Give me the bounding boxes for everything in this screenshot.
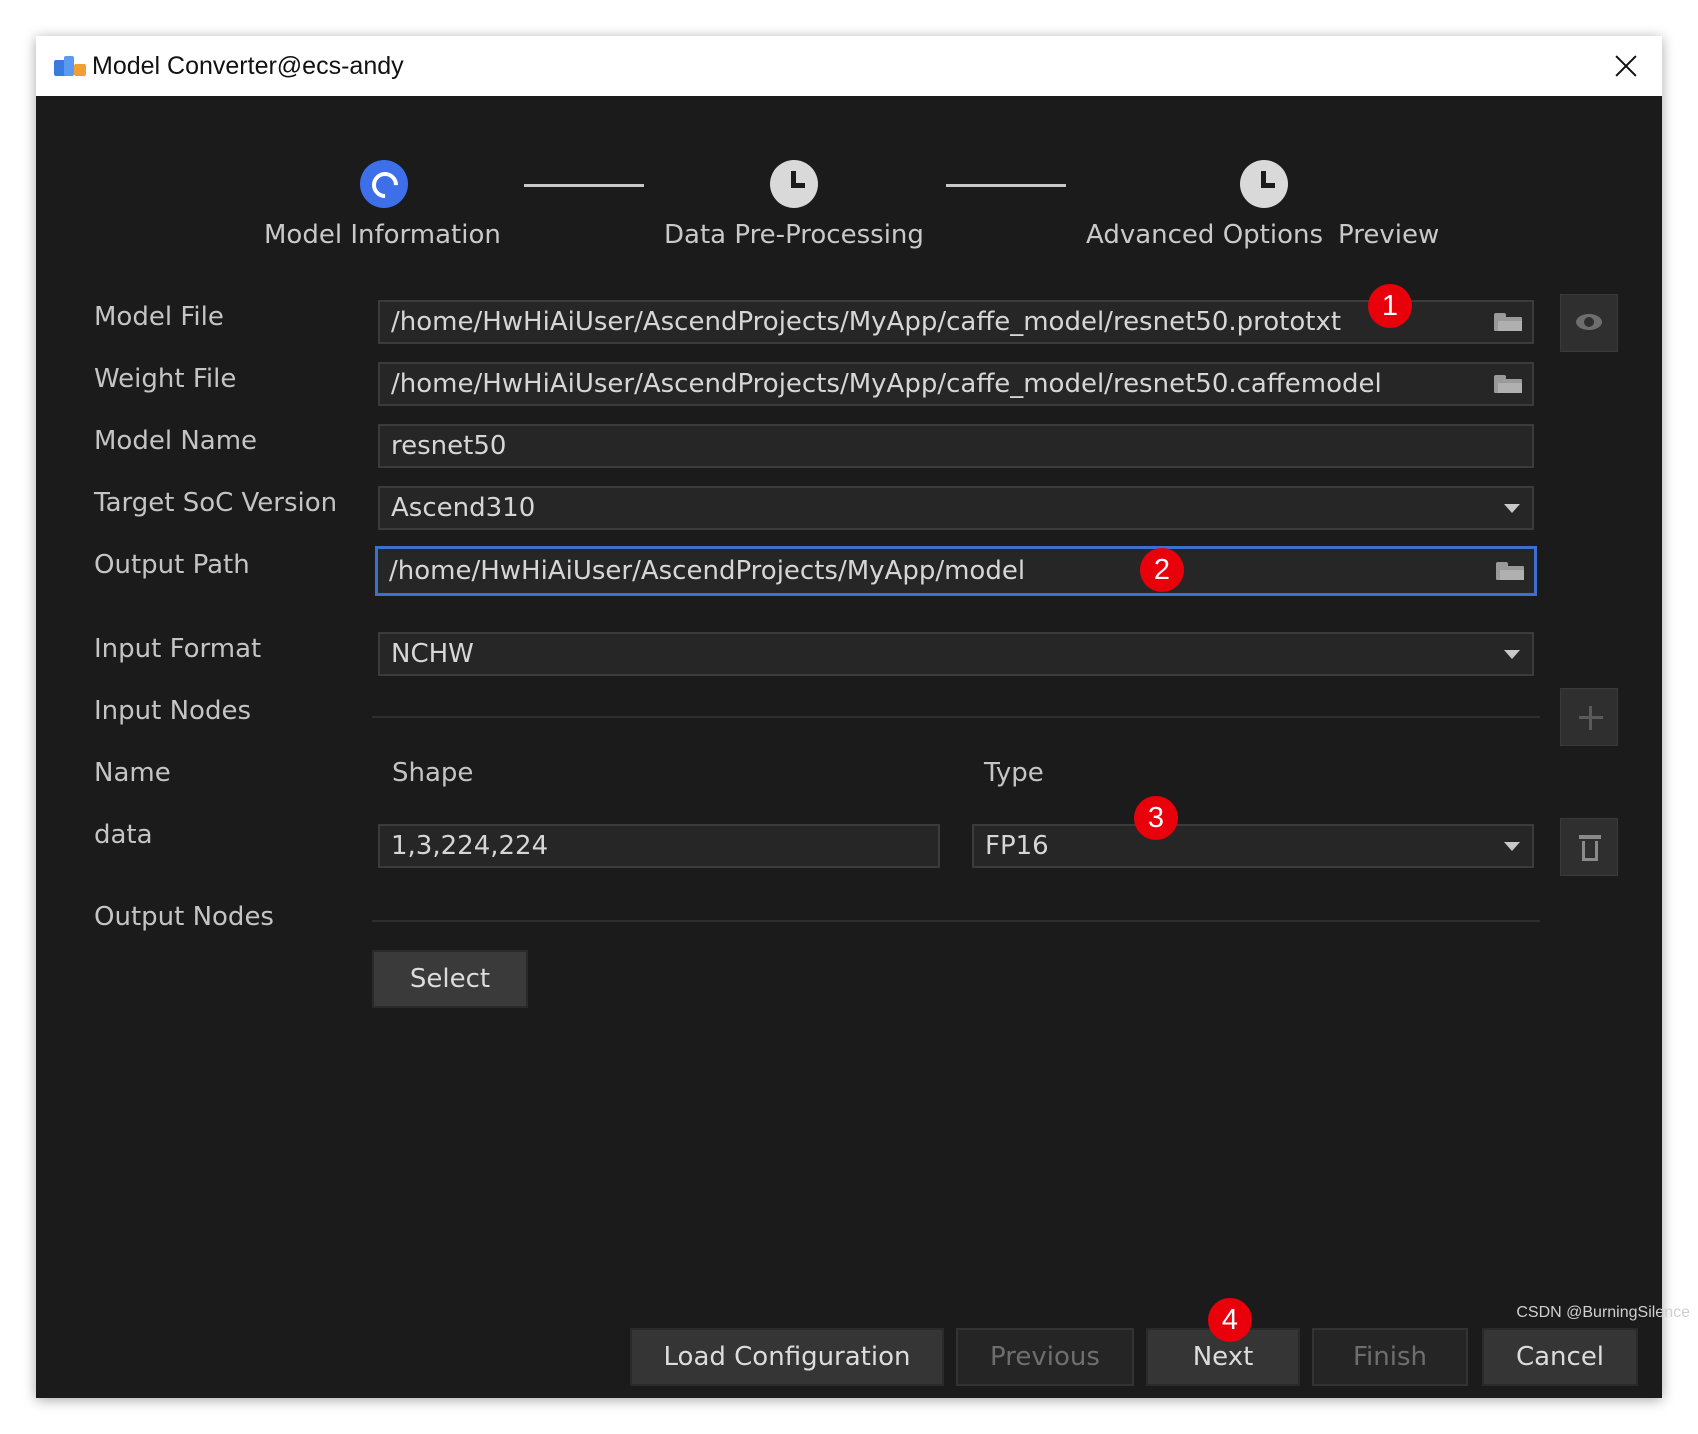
folder-icon[interactable] bbox=[1496, 562, 1524, 580]
step-connector bbox=[946, 184, 1066, 187]
output-path-input[interactable]: /home/HwHiAiUser/AscendProjects/MyApp/mo… bbox=[375, 546, 1537, 596]
target-soc-select[interactable]: Ascend310 bbox=[378, 486, 1534, 530]
node-shape-input[interactable]: 1,3,224,224 bbox=[378, 824, 940, 868]
input-nodes-label: Input Nodes bbox=[94, 696, 251, 726]
delete-node-button[interactable] bbox=[1560, 818, 1618, 876]
weight-file-input[interactable]: /home/HwHiAiUser/AscendProjects/MyApp/ca… bbox=[378, 362, 1534, 406]
input-nodes-divider bbox=[372, 716, 1540, 718]
plus-icon bbox=[1579, 706, 1603, 730]
step-connector bbox=[524, 184, 644, 187]
cancel-button[interactable]: Cancel bbox=[1482, 1328, 1638, 1386]
model-name-label: Model Name bbox=[94, 426, 258, 456]
load-configuration-button[interactable]: Load Configuration bbox=[630, 1328, 944, 1386]
step-active-icon bbox=[360, 160, 408, 208]
model-file-input[interactable]: /home/HwHiAiUser/AscendProjects/MyApp/ca… bbox=[378, 300, 1534, 344]
node-type-select[interactable]: FP16 bbox=[972, 824, 1534, 868]
step-pending-icon bbox=[1240, 160, 1288, 208]
watermark: CSDN @BurningSilence bbox=[1516, 1304, 1690, 1321]
model-converter-window: Model Converter@ecs-andy Model Informati… bbox=[36, 36, 1662, 1398]
step-label-advanced-options[interactable]: Advanced Options bbox=[1086, 220, 1323, 250]
step-pending-icon bbox=[770, 160, 818, 208]
select-output-nodes-button[interactable]: Select bbox=[372, 950, 528, 1008]
output-path-label: Output Path bbox=[94, 550, 250, 580]
folder-icon[interactable] bbox=[1494, 313, 1522, 331]
folder-icon[interactable] bbox=[1494, 375, 1522, 393]
window-title: Model Converter@ecs-andy bbox=[92, 51, 404, 80]
step-label-model-information[interactable]: Model Information bbox=[264, 220, 501, 250]
shape-column-header: Shape bbox=[392, 758, 474, 788]
node-name: data bbox=[94, 820, 153, 850]
eye-icon bbox=[1576, 314, 1602, 330]
annotation-badge-3: 3 bbox=[1134, 796, 1178, 840]
step-label-data-pre-processing[interactable]: Data Pre-Processing bbox=[664, 220, 924, 250]
annotation-badge-4: 4 bbox=[1208, 1298, 1252, 1342]
chevron-down-icon bbox=[1504, 650, 1520, 659]
model-file-label: Model File bbox=[94, 302, 224, 332]
app-icon bbox=[54, 54, 88, 78]
previous-button[interactable]: Previous bbox=[956, 1328, 1134, 1386]
add-node-button[interactable] bbox=[1560, 688, 1618, 746]
chevron-down-icon bbox=[1504, 842, 1520, 851]
chevron-down-icon bbox=[1504, 504, 1520, 513]
preview-button[interactable] bbox=[1560, 294, 1618, 352]
target-soc-label: Target SoC Version bbox=[94, 488, 338, 518]
trash-icon bbox=[1579, 835, 1601, 861]
weight-file-label: Weight File bbox=[94, 364, 237, 394]
input-format-label: Input Format bbox=[94, 634, 262, 664]
close-icon[interactable] bbox=[1608, 48, 1644, 84]
finish-button[interactable]: Finish bbox=[1312, 1328, 1468, 1386]
output-nodes-label: Output Nodes bbox=[94, 902, 274, 932]
annotation-badge-1: 1 bbox=[1368, 284, 1412, 328]
type-column-header: Type bbox=[984, 758, 1044, 788]
output-nodes-divider bbox=[372, 920, 1540, 922]
name-column-header: Name bbox=[94, 758, 171, 788]
step-label-preview[interactable]: Preview bbox=[1338, 220, 1439, 250]
title-bar: Model Converter@ecs-andy bbox=[36, 36, 1662, 96]
annotation-badge-2: 2 bbox=[1140, 548, 1184, 592]
model-name-input[interactable]: resnet50 bbox=[378, 424, 1534, 468]
input-format-select[interactable]: NCHW bbox=[378, 632, 1534, 676]
